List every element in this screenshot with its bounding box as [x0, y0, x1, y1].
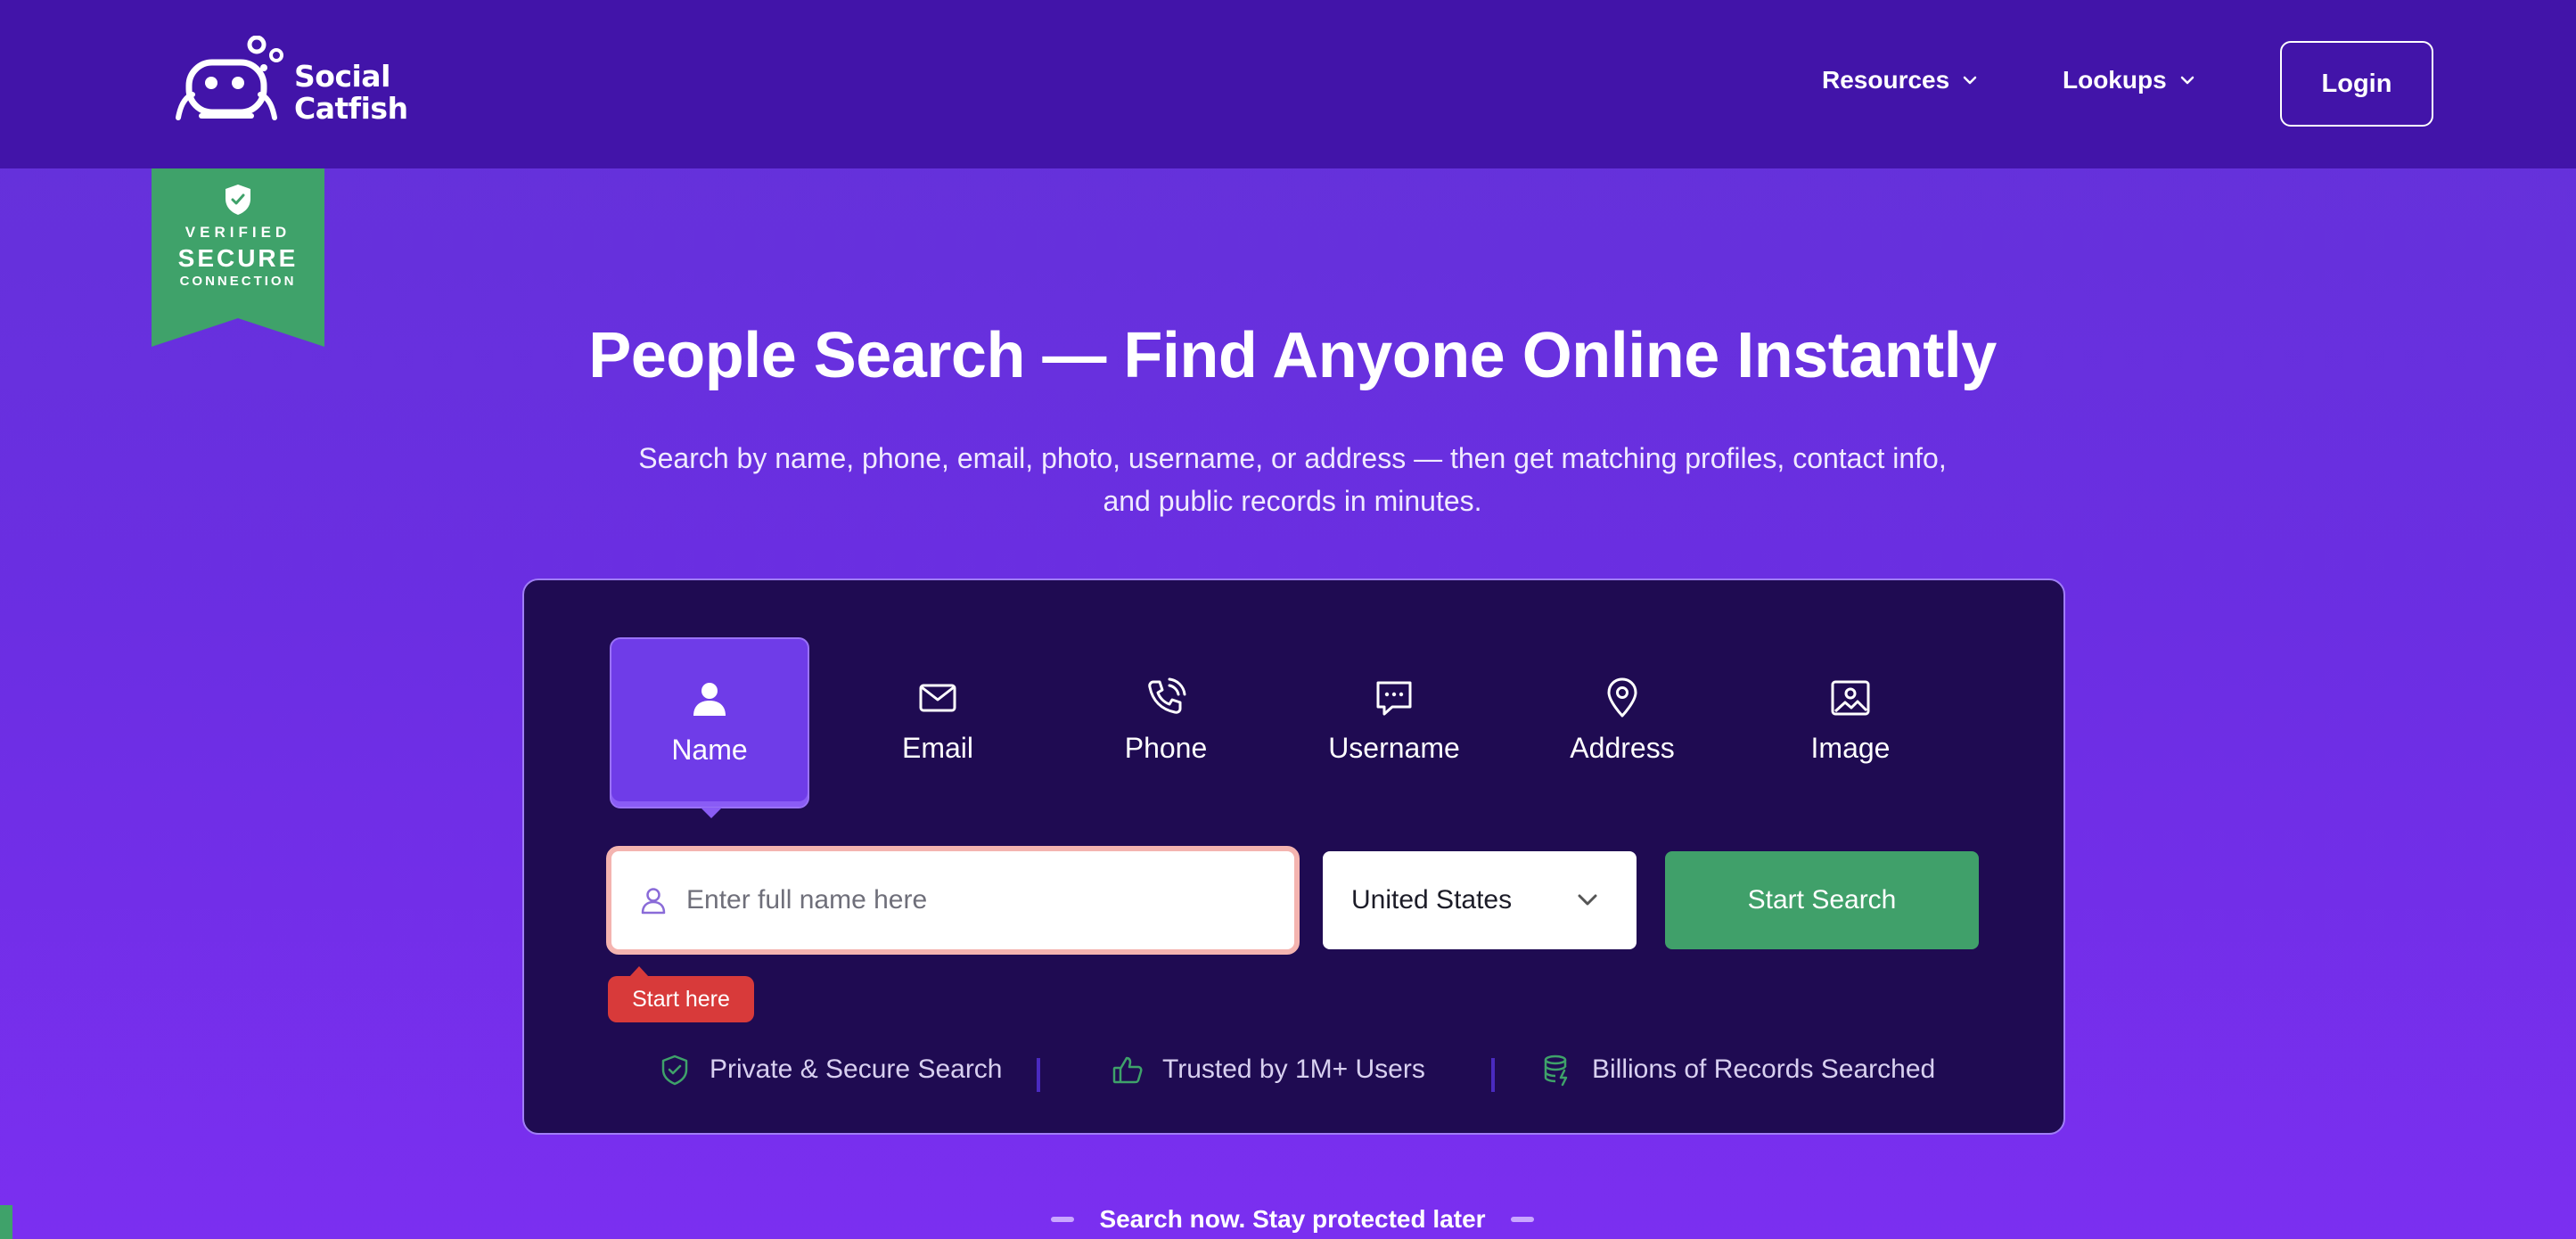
- badge-line-1: VERIFIED: [185, 224, 291, 241]
- start-search-button[interactable]: Start Search: [1665, 851, 1979, 949]
- chevron-down-icon: [2180, 76, 2194, 85]
- nav-lookups[interactable]: Lookups: [2063, 66, 2195, 94]
- envelope-icon: [919, 684, 956, 712]
- tagline-dash-right: [1510, 1217, 1534, 1222]
- trust-private-secure: Private & Secure Search: [658, 1053, 1003, 1087]
- trust-records-label: Billions of Records Searched: [1592, 1054, 1936, 1084]
- tab-phone-label: Phone: [1124, 732, 1208, 764]
- country-select[interactable]: United States: [1323, 851, 1637, 949]
- tagline-dash-left: [1051, 1217, 1075, 1222]
- subtitle-line-1: Search by name, phone, email, photo, use…: [638, 442, 1947, 474]
- map-pin-icon: [1607, 677, 1637, 718]
- login-button[interactable]: Login: [2280, 41, 2433, 127]
- tab-email-label: Email: [901, 732, 973, 764]
- divider: [1037, 1058, 1040, 1092]
- shield-check-icon: [226, 185, 250, 215]
- logo-wordmark: Social Catfish: [294, 61, 408, 125]
- name-search-input[interactable]: [686, 885, 1266, 915]
- tab-phone[interactable]: Phone: [1066, 637, 1266, 808]
- nav-resources[interactable]: Resources: [1822, 66, 1978, 94]
- person-icon: [693, 683, 726, 716]
- divider: [1491, 1058, 1495, 1092]
- nav-lookups-label: Lookups: [2063, 66, 2167, 94]
- phone-icon: [1148, 677, 1186, 714]
- image-icon: [1831, 680, 1870, 716]
- page-title: People Search — Find Anyone Online Insta…: [588, 320, 1997, 391]
- tab-image-label: Image: [1810, 732, 1891, 764]
- trust-users: Trusted by 1M+ Users: [1111, 1053, 1425, 1087]
- trust-users-label: Trusted by 1M+ Users: [1162, 1054, 1425, 1084]
- trust-records: Billions of Records Searched: [1540, 1053, 1935, 1087]
- shield-check-icon: [661, 1054, 688, 1086]
- chat-icon: [1376, 681, 1412, 716]
- logo-line-1: Social: [294, 59, 390, 94]
- tab-image[interactable]: Image: [1751, 637, 1950, 808]
- badge-line-2: SECURE: [177, 244, 299, 272]
- person-outline-icon: [641, 888, 666, 915]
- tab-email[interactable]: Email: [838, 637, 1038, 808]
- tab-address-label: Address: [1570, 732, 1675, 764]
- catfish-logo-icon: [176, 35, 283, 120]
- page-subtitle: Search by name, phone, email, photo, use…: [619, 437, 1965, 522]
- tab-address[interactable]: Address: [1522, 637, 1722, 808]
- tab-username-label: Username: [1328, 732, 1460, 764]
- nav-resources-label: Resources: [1822, 66, 1950, 94]
- tab-name[interactable]: Name: [610, 637, 809, 818]
- database-icon: [1544, 1054, 1568, 1087]
- tab-name-label: Name: [671, 734, 748, 766]
- social-catfish-logo[interactable]: Social Catfish: [175, 35, 408, 128]
- bottom-tagline: Search now. Stay protected later: [0, 1205, 2576, 1234]
- badge-text: VERIFIED SECURE CONNECTION: [152, 224, 324, 289]
- badge-line-3: CONNECTION: [179, 274, 297, 289]
- logo-line-2: Catfish: [294, 91, 408, 126]
- tab-username[interactable]: Username: [1294, 637, 1494, 808]
- site-header: Social Catfish Resources Lookups Login: [0, 0, 2576, 168]
- country-select-value: United States: [1351, 885, 1513, 915]
- start-here-tooltip: Start here: [608, 966, 754, 1022]
- trust-private-label: Private & Secure Search: [710, 1054, 1003, 1084]
- search-panel: Name Email Phone Username Address Image …: [522, 578, 2065, 1135]
- name-search-field[interactable]: [606, 846, 1300, 955]
- corner-accent: [0, 1205, 12, 1239]
- tagline-text: Search now. Stay protected later: [1099, 1205, 1486, 1233]
- chevron-down-icon: [1963, 76, 1977, 85]
- subtitle-line-2: and public records in minutes.: [1103, 485, 1482, 517]
- thumbs-up-icon: [1112, 1056, 1143, 1084]
- chevron-down-icon: [1578, 894, 1597, 906]
